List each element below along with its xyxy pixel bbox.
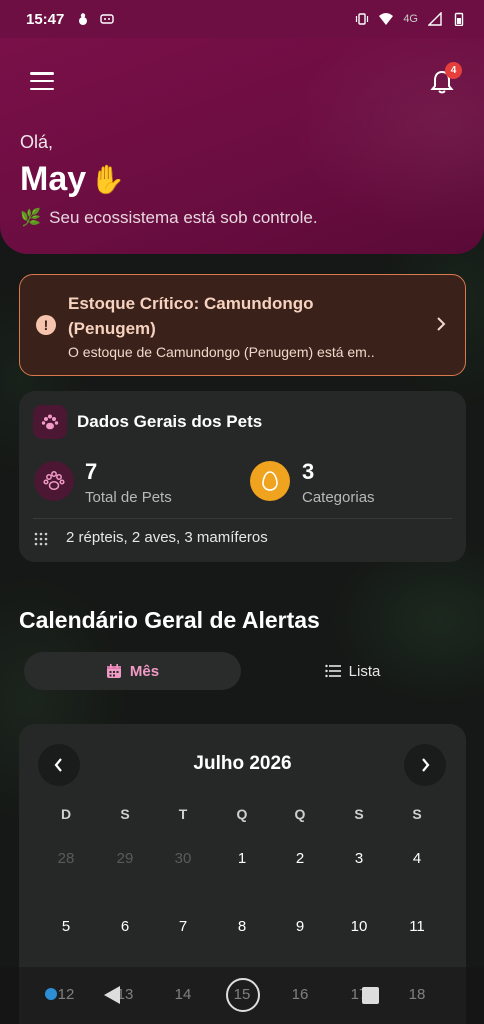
calendar-icon <box>106 664 121 678</box>
calendar-day[interactable]: 11 <box>397 918 437 935</box>
calendar-day[interactable]: 30 <box>163 850 203 867</box>
total-pets-value: 7 <box>85 459 98 484</box>
status-bar: 15:47 4G <box>0 0 484 38</box>
status-subtitle: 🌿 Seu ecossistema está sob controle. <box>20 208 318 228</box>
weekday-tue: T <box>178 806 188 822</box>
weekday-thu: Q <box>294 806 306 822</box>
weekday-fri: S <box>354 806 364 822</box>
paw-outline-icon <box>34 461 74 501</box>
calendar-day[interactable]: 29 <box>105 850 145 867</box>
signal-icon <box>428 12 442 26</box>
calendar-day[interactable]: 3 <box>339 850 379 867</box>
egg-icon <box>250 461 290 501</box>
month-title: Julho 2026 <box>193 753 292 774</box>
divider <box>33 518 452 519</box>
tab-month-label: Mês <box>129 662 160 680</box>
greeting: Olá, <box>20 132 54 152</box>
calendar-day[interactable]: 2 <box>280 850 320 867</box>
alert-body: O estoque de Camundongo (Penugem) está e… <box>68 344 375 360</box>
user-name: May <box>20 160 87 198</box>
user-name-row: May ✋ <box>20 160 125 199</box>
menu-icon[interactable] <box>30 72 54 90</box>
pets-overview-card: Dados Gerais dos Pets 7 Total de Pets 3 … <box>19 391 466 562</box>
pets-summary: 2 répteis, 2 aves, 3 mamíferos <box>66 529 268 546</box>
wifi-icon <box>379 13 394 25</box>
header: 4 Olá, May ✋ 🌿 Seu ecossistema está sob … <box>0 38 484 254</box>
calendar-day[interactable]: 7 <box>163 918 203 935</box>
calendar-day[interactable]: 10 <box>339 918 379 935</box>
alert-title: Estoque Crítico: Camundongo (Penugem) <box>68 294 314 338</box>
total-pets-label: Total de Pets <box>85 489 172 506</box>
calendar-heading: Calendário Geral de Alertas <box>19 607 320 633</box>
vibrate-icon <box>356 13 369 25</box>
calendar-day[interactable]: 6 <box>105 918 145 935</box>
chevron-right-icon <box>422 758 430 772</box>
calendar-day[interactable]: 1 <box>222 850 262 867</box>
game-icon <box>100 14 115 24</box>
chevron-right-icon <box>437 317 446 331</box>
home-button[interactable] <box>226 978 260 1012</box>
subtitle-text: Seu ecossistema está sob controle. <box>49 208 318 227</box>
notification-badge: 4 <box>445 62 462 79</box>
battery-icon <box>454 12 464 26</box>
critical-stock-alert[interactable]: ! Estoque Crítico: Camundongo (Penugem) … <box>19 274 466 376</box>
calendar-day[interactable]: 5 <box>46 918 86 935</box>
calendar-day[interactable]: 8 <box>222 918 262 935</box>
list-icon <box>324 664 341 678</box>
tab-list-label: Lista <box>348 662 381 680</box>
weekday-wed: Q <box>236 806 248 822</box>
calendar-day[interactable]: 9 <box>280 918 320 935</box>
event-dot <box>45 988 57 1000</box>
weekday-sun: D <box>60 806 72 822</box>
next-month-button[interactable] <box>404 744 446 786</box>
back-icon[interactable] <box>102 985 122 1005</box>
warning-icon: ! <box>36 315 56 335</box>
recent-apps-button[interactable] <box>362 987 379 1004</box>
tab-list[interactable]: Lista <box>244 652 461 690</box>
notification-icon <box>79 13 88 25</box>
weekday-mon: S <box>120 806 130 822</box>
pets-title: Dados Gerais dos Pets <box>77 412 263 431</box>
tab-month[interactable]: Mês <box>24 652 241 690</box>
categories-value: 3 <box>302 459 315 484</box>
calendar-day[interactable]: 28 <box>46 850 86 867</box>
status-time: 15:47 <box>26 10 65 28</box>
categories-label: Categorias <box>302 489 375 506</box>
weekday-sat: S <box>412 806 422 822</box>
wave-hand-icon: ✋ <box>90 164 126 195</box>
paw-icon <box>33 405 67 439</box>
bell-icon[interactable] <box>428 68 456 96</box>
network-type: 4G <box>403 13 418 25</box>
calendar-day[interactable]: 4 <box>397 850 437 867</box>
grid-dots-icon <box>34 532 48 546</box>
leaf-icon: 🌿 <box>20 208 42 227</box>
